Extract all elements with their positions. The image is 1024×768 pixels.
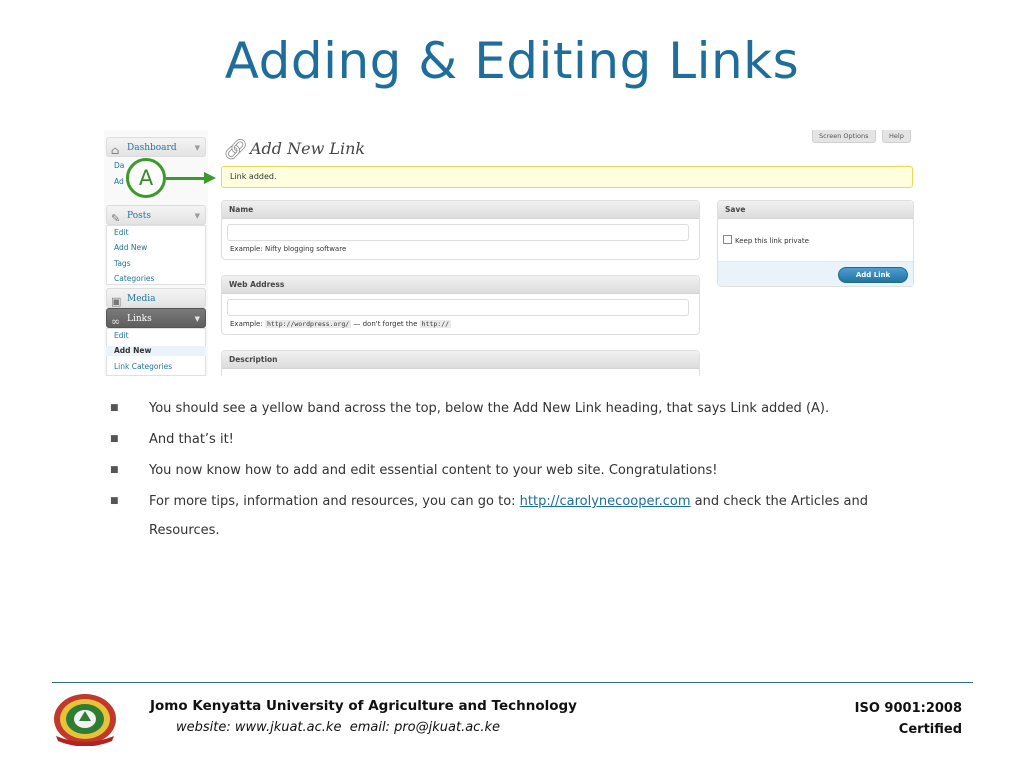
email-value: pro@jkuat.ac.ke — [394, 720, 500, 735]
example-url: http://wordpress.org/ — [264, 320, 352, 328]
sidebar-links-add-new[interactable]: Add New — [106, 346, 206, 356]
iso-line-2: Certified — [898, 722, 962, 737]
sidebar-links-label: Links — [127, 314, 152, 324]
iso-certification: ISO 9001:2008 Certified — [855, 698, 962, 740]
screen-options-button[interactable]: Screen Options — [812, 130, 876, 143]
university-name: Jomo Kenyatta University of Agriculture … — [150, 698, 577, 714]
name-postbox: Name Example: Nifty blogging software — [221, 200, 700, 260]
bullet-text-prefix: For more tips, information and resources… — [149, 494, 520, 509]
chevron-down-icon[interactable]: ▼ — [195, 309, 200, 329]
website-value: www.jkuat.ac.ke — [234, 720, 342, 735]
save-box-footer: Add Link — [718, 261, 913, 286]
sidebar-posts-edit[interactable]: Edit — [114, 228, 129, 238]
keep-private-row[interactable]: Keep this link private — [723, 235, 809, 245]
web-address-input[interactable] — [227, 299, 689, 316]
callout-a: A — [126, 158, 166, 198]
sidebar-posts-tags[interactable]: Tags — [114, 259, 131, 269]
bullet-item: ■ And that’s it! — [110, 425, 910, 454]
bullet-text: And that’s it! — [149, 432, 234, 447]
bullet-item: ■ You should see a yellow band across th… — [110, 394, 910, 423]
sidebar-links-edit[interactable]: Edit — [114, 331, 129, 341]
save-box-title: Save — [718, 201, 913, 219]
sidebar-posts-label: Posts — [127, 211, 151, 221]
bullet-item: ■ For more tips, information and resourc… — [110, 487, 910, 545]
footer-divider — [52, 682, 973, 683]
sidebar-posts-categories[interactable]: Categories — [114, 274, 154, 284]
bullet-marker-icon: ■ — [110, 434, 119, 444]
name-box-title: Name — [222, 201, 699, 219]
sidebar-links[interactable]: ∞ Links ▼ — [106, 308, 206, 328]
sidebar-posts[interactable]: ✎ Posts ▼ — [106, 205, 206, 225]
sidebar-media-label: Media — [127, 294, 156, 304]
slide-title: Adding & Editing Links — [224, 32, 800, 90]
web-address-box-title: Web Address — [222, 276, 699, 294]
name-input[interactable] — [227, 224, 689, 241]
carolynecooper-link[interactable]: http://carolynecooper.com — [520, 494, 691, 509]
callout-arrow-head — [204, 172, 216, 184]
sidebar-dashboard-item[interactable]: Ad — [114, 177, 124, 187]
sidebar-posts-add-new[interactable]: Add New — [114, 243, 147, 253]
university-seal-icon — [54, 694, 116, 746]
bullet-text: You should see a yellow band across the … — [149, 401, 830, 416]
university-contact: website: www.jkuat.ac.ke email: pro@jkua… — [176, 720, 500, 735]
iso-line-1: ISO 9001:2008 — [854, 701, 962, 716]
example-code: http:// — [419, 320, 452, 328]
add-link-button[interactable]: Add Link — [838, 267, 908, 283]
keep-private-checkbox[interactable] — [723, 235, 732, 244]
description-postbox: Description — [221, 350, 700, 376]
sidebar-dashboard[interactable]: ⌂ Dashboard ▼ — [106, 137, 206, 157]
save-postbox: Save Keep this link private Add Link — [717, 200, 914, 287]
bullet-item: ■ You now know how to add and edit essen… — [110, 456, 910, 485]
wordpress-screenshot: ⌂ Dashboard ▼ Da Ad ✎ Posts ▼ Edit Add N… — [104, 130, 922, 376]
sidebar-media[interactable]: ▣ Media — [106, 288, 206, 308]
example-middle: — don't forget the — [353, 320, 418, 328]
help-button[interactable]: Help — [882, 130, 911, 143]
bullet-list: ■ You should see a yellow band across th… — [110, 394, 910, 547]
website-label: website: — [176, 720, 231, 735]
web-address-example: Example: http://wordpress.org/ — don't f… — [230, 320, 452, 328]
description-box-title: Description — [222, 351, 699, 369]
sidebar-links-categories[interactable]: Link Categories — [114, 362, 172, 372]
email-label: email: — [349, 720, 390, 735]
chevron-down-icon[interactable]: ▼ — [195, 206, 200, 226]
callout-arrow-line — [166, 177, 206, 180]
page-heading: Add New Link — [250, 139, 366, 158]
keep-private-label: Keep this link private — [735, 237, 809, 245]
example-prefix: Example: — [230, 320, 263, 328]
chain-link-icon: 🔗︎ — [223, 137, 249, 161]
sidebar-dashboard-label: Dashboard — [127, 143, 177, 153]
bullet-marker-icon: ■ — [110, 496, 119, 506]
name-example: Example: Nifty blogging software — [230, 245, 347, 253]
dashboard-icon: ⌂ — [111, 144, 120, 157]
bullet-text: You now know how to add and edit essenti… — [149, 463, 718, 478]
chevron-down-icon[interactable]: ▼ — [195, 138, 200, 158]
web-address-postbox: Web Address Example: http://wordpress.or… — [221, 275, 700, 335]
sidebar-dashboard-item[interactable]: Da — [114, 161, 124, 171]
bullet-marker-icon: ■ — [110, 403, 119, 413]
link-added-notice: Link added. — [221, 166, 913, 188]
bullet-marker-icon: ■ — [110, 465, 119, 475]
